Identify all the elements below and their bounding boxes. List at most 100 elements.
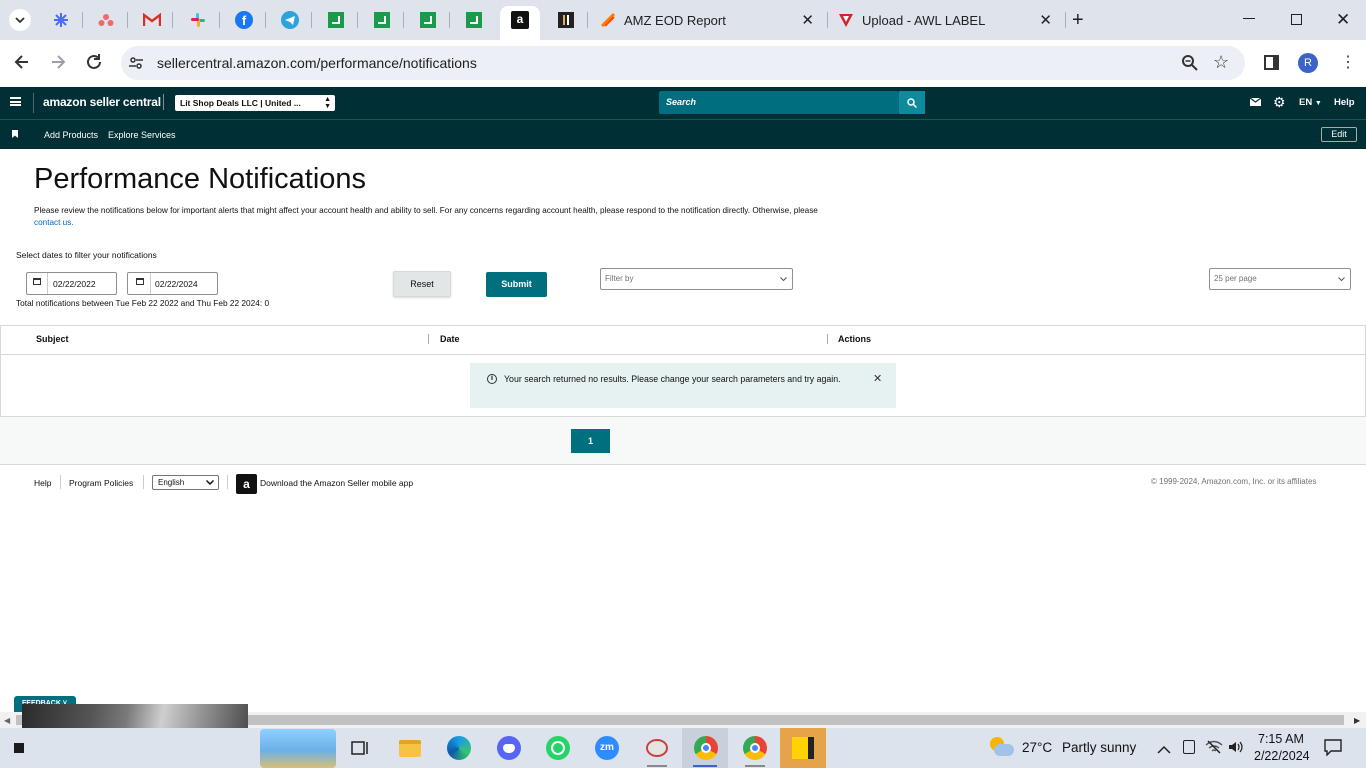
close-window-button[interactable]: ✕: [1336, 10, 1350, 30]
nav-explore-services[interactable]: Explore Services: [108, 130, 176, 140]
browser-menu-icon[interactable]: ⋮: [1340, 52, 1356, 74]
pinned-tab-sheets-icon[interactable]: [324, 8, 348, 32]
info-icon: i: [487, 374, 497, 384]
scroll-right-icon[interactable]: ▶: [1354, 716, 1360, 725]
restore-button[interactable]: [1291, 14, 1302, 25]
tab-title: Upload - AWL LABEL: [862, 12, 986, 28]
file-explorer-icon[interactable]: [395, 733, 425, 763]
tab-close-icon[interactable]: ✕: [801, 11, 814, 29]
clock-time[interactable]: 7:15 AM: [1258, 732, 1304, 746]
search-icon: [907, 97, 917, 108]
download-app-link[interactable]: Download the Amazon Seller mobile app: [260, 478, 413, 488]
url-text: sellercentral.amazon.com/performance/not…: [157, 55, 477, 71]
store-selector[interactable]: Lit Shop Deals LLC | United ... ▲ ▼: [175, 95, 335, 111]
new-tab-button[interactable]: +: [1072, 10, 1084, 30]
page-1-button[interactable]: 1: [571, 429, 610, 453]
tab-search-icon[interactable]: [8, 8, 32, 32]
settings-gear-icon[interactable]: ⚙: [1273, 94, 1286, 110]
pinned-tab-sheets-icon[interactable]: [462, 8, 486, 32]
sticky-notes-icon[interactable]: [788, 733, 818, 763]
pinned-tab-telegram-icon[interactable]: [278, 8, 302, 32]
bookmark-icon[interactable]: [12, 130, 18, 138]
bookmark-star-icon[interactable]: ☆: [1213, 52, 1229, 73]
side-panel-icon[interactable]: [1264, 55, 1279, 70]
column-header-subject[interactable]: Subject: [36, 334, 69, 344]
submit-button[interactable]: Submit: [486, 272, 547, 297]
weather-partly-sunny-icon[interactable]: [988, 735, 1014, 759]
chevron-down-icon: [780, 277, 787, 282]
chrome-profile-icon[interactable]: [740, 733, 770, 763]
nav-add-products[interactable]: Add Products: [44, 130, 98, 140]
edit-nav-button[interactable]: Edit: [1321, 127, 1357, 142]
hamburger-menu-icon[interactable]: [10, 97, 21, 106]
back-icon[interactable]: [12, 52, 32, 77]
forward-icon[interactable]: [48, 52, 68, 77]
minimize-button[interactable]: [1243, 18, 1255, 19]
scroll-left-icon[interactable]: ◀: [4, 716, 10, 725]
address-bar[interactable]: sellercentral.amazon.com/performance/not…: [121, 46, 1245, 80]
pinned-tab-sheets-icon[interactable]: [370, 8, 394, 32]
notification-center-icon[interactable]: [1324, 739, 1342, 761]
calendar-icon: [33, 278, 41, 285]
snipping-tool-icon[interactable]: [642, 733, 672, 763]
pinned-tab-asana-icon[interactable]: [94, 8, 118, 32]
close-alert-icon[interactable]: ✕: [873, 372, 882, 385]
site-info-icon[interactable]: [128, 55, 144, 76]
footer-program-policies-link[interactable]: Program Policies: [69, 478, 133, 488]
tab-favicon-icon: [839, 14, 853, 27]
zoom-icon[interactable]: [1181, 54, 1199, 77]
zoom-app-icon[interactable]: zm: [592, 733, 622, 763]
task-view-icon[interactable]: [345, 733, 375, 763]
filter-by-select[interactable]: Filter by: [600, 268, 793, 290]
column-header-date[interactable]: Date: [440, 334, 460, 344]
chevron-up-icon[interactable]: [1157, 741, 1171, 759]
profile-avatar[interactable]: R: [1298, 53, 1318, 73]
chevron-down-icon: [1338, 277, 1345, 282]
whatsapp-icon[interactable]: [543, 733, 573, 763]
chrome-profile-icon[interactable]: [691, 733, 721, 763]
reload-icon[interactable]: [84, 52, 104, 77]
description-text: Please review the notifications below fo…: [34, 206, 818, 215]
search-input[interactable]: Search: [659, 91, 899, 114]
weather-temperature[interactable]: 27°C: [1022, 740, 1052, 755]
mail-icon[interactable]: [1250, 98, 1261, 106]
widgets-news-icon[interactable]: [260, 729, 336, 768]
help-link[interactable]: Help: [1334, 97, 1355, 108]
discord-icon[interactable]: [494, 733, 524, 763]
page-description: Please review the notifications below fo…: [34, 205, 894, 229]
amazon-app-icon[interactable]: a: [236, 474, 257, 494]
tab-upload-awl-label[interactable]: Upload - AWL LABEL ✕: [838, 0, 1064, 40]
pinned-tab-facebook-icon[interactable]: f: [232, 8, 256, 32]
seller-central-header: amazon seller central Lit Shop Deals LLC…: [0, 87, 1366, 119]
search-placeholder: Search: [666, 97, 697, 107]
footer-language-select[interactable]: English: [152, 475, 219, 490]
volume-icon[interactable]: [1228, 740, 1244, 759]
contact-us-link[interactable]: contact us.: [34, 218, 74, 227]
search-button[interactable]: [899, 91, 925, 114]
pinned-tab-clickup-icon[interactable]: [49, 8, 73, 32]
pinned-tab-app-icon[interactable]: [554, 8, 578, 32]
pinned-tab-gmail-icon[interactable]: [140, 8, 164, 32]
clock-date[interactable]: 2/22/2024: [1254, 749, 1310, 763]
device-icon[interactable]: [1183, 740, 1195, 754]
pinned-tab-sheets-icon[interactable]: [416, 8, 440, 32]
per-page-select[interactable]: 25 per page: [1209, 268, 1351, 290]
tab-amz-eod-report[interactable]: AMZ EOD Report ✕: [600, 0, 826, 40]
pinned-tab-slack-icon[interactable]: [186, 8, 210, 32]
browser-toolbar: sellercentral.amazon.com/performance/not…: [0, 40, 1366, 86]
reset-button[interactable]: Reset: [393, 271, 451, 297]
date-to-value: 02/22/2024: [155, 279, 198, 289]
date-to-input[interactable]: 02/22/2024: [127, 272, 218, 295]
chevron-down-icon: [206, 480, 214, 485]
page-title: Performance Notifications: [34, 163, 367, 195]
edge-browser-icon[interactable]: [444, 733, 474, 763]
date-from-input[interactable]: 02/22/2022: [26, 272, 117, 295]
language-selector[interactable]: EN ▼: [1299, 97, 1322, 108]
footer-help-link[interactable]: Help: [34, 478, 51, 488]
amazon-seller-central-logo[interactable]: amazon seller central: [43, 95, 161, 109]
start-icon[interactable]: [14, 743, 24, 753]
tab-close-icon[interactable]: ✕: [1039, 11, 1052, 29]
calendar-icon: [136, 278, 144, 285]
weather-description[interactable]: Partly sunny: [1062, 740, 1136, 755]
wifi-off-icon[interactable]: [1205, 740, 1223, 759]
